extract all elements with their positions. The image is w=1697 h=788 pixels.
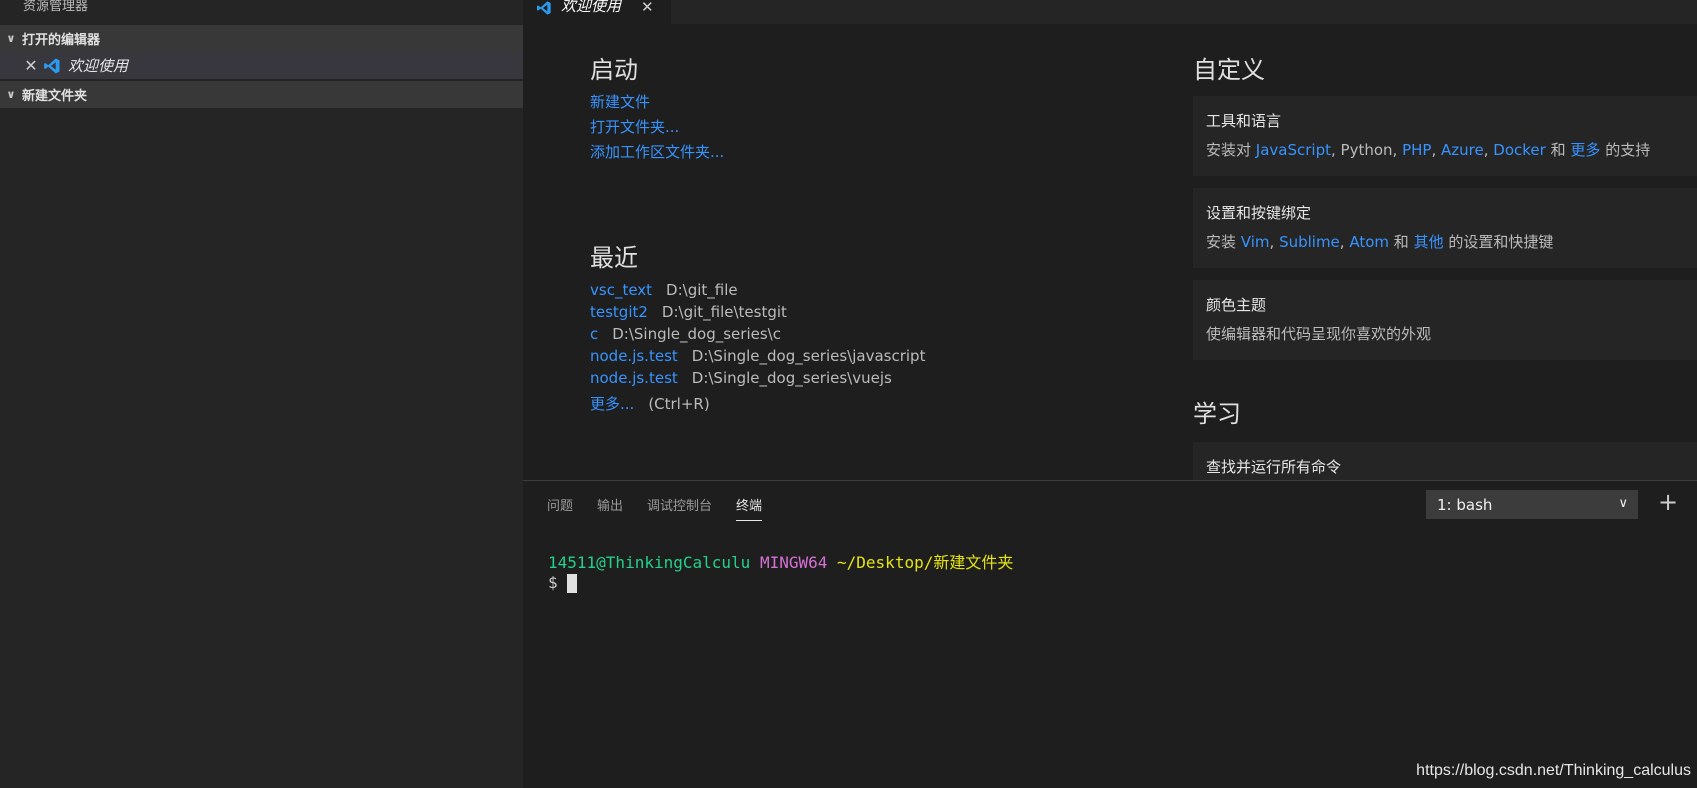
customize-heading: 自定义 [1193, 56, 1265, 84]
color-theme-card[interactable]: 颜色主题 使编辑器和代码呈现你喜欢的外观 [1193, 280, 1697, 360]
panel-tabs: 问题 输出 调试控制台 终端 [547, 495, 763, 521]
and-text: 和 [1393, 233, 1409, 251]
new-file-link[interactable]: 新建文件 [590, 91, 1150, 112]
open-folder-link[interactable]: 打开文件夹... [590, 116, 1150, 137]
more-tools-link[interactable]: 更多 [1570, 141, 1600, 159]
explorer-title: 资源管理器 [23, 0, 89, 14]
tools-prefix: 安装对 [1206, 141, 1252, 159]
recent-item-path: D:\Single_dog_series\vuejs [691, 369, 892, 387]
commands-card-title: 查找并运行所有命令 [1206, 458, 1342, 476]
tab-output[interactable]: 输出 [597, 495, 623, 521]
php-link[interactable]: PHP [1402, 141, 1431, 159]
add-workspace-folder-link[interactable]: 添加工作区文件夹... [590, 141, 1150, 162]
explorer-sidebar: 资源管理器 ∨ 打开的编辑器 ✕ 欢迎使用 ∨ 新建文件夹 [0, 0, 523, 788]
recent-more-row: 更多... (Ctrl+R) [590, 393, 925, 414]
tab-label: 欢迎使用 [561, 0, 622, 15]
recent-item: node.js.test D:\Single_dog_series\javascr… [590, 347, 925, 365]
folder-header[interactable]: ∨ 新建文件夹 [0, 81, 523, 108]
recent-item-path: D:\Single_dog_series\javascript [691, 347, 926, 365]
azure-link[interactable]: Azure [1441, 141, 1484, 159]
atom-link[interactable]: Atom [1349, 233, 1389, 251]
folder-label: 新建文件夹 [22, 89, 88, 104]
javascript-link[interactable]: JavaScript [1256, 141, 1331, 159]
tab-welcome[interactable]: 欢迎使用 ✕ [523, 0, 671, 24]
recent-heading: 最近 [590, 244, 638, 272]
recent-list: vsc_text D:\git_file testgit2 D:\git_file\… [590, 281, 925, 387]
welcome-left-column: 启动 新建文件 打开文件夹... 添加工作区文件夹... 最近 vsc_text… [590, 50, 1150, 413]
recent-item-link[interactable]: vsc_text [590, 281, 652, 299]
terminal-select-value: 1: bash [1437, 495, 1493, 514]
prompt-env: MINGW64 [759, 553, 828, 572]
recent-section: 最近 vsc_text D:\git_file testgit2 D:\git_fi… [590, 238, 925, 414]
keybindings-card[interactable]: 设置和按键绑定 安装 Vim, Sublime, Atom 和 其他 的设置和快… [1193, 188, 1697, 268]
open-editors-header[interactable]: ∨ 打开的编辑器 [0, 25, 523, 52]
terminal-select[interactable]: 1: bash ∨ [1426, 490, 1638, 519]
python-text: , Python, [1331, 141, 1398, 159]
prompt-user: 14511@ThinkingCalculu [548, 553, 751, 572]
open-editors-label: 打开的编辑器 [22, 33, 101, 48]
vscode-logo-icon [44, 58, 60, 73]
theme-card-title: 颜色主题 [1206, 296, 1267, 314]
close-icon[interactable]: ✕ [20, 56, 42, 75]
chevron-down-icon: ∨ [6, 88, 16, 101]
tools-card-title: 工具和语言 [1206, 112, 1282, 130]
watermark-text: https://blog.csdn.net/Thinking_calculus [1416, 762, 1691, 779]
recent-item-link[interactable]: c [590, 325, 598, 343]
tab-problems[interactable]: 问题 [547, 495, 573, 521]
theme-card-desc: 使编辑器和代码呈现你喜欢的外观 [1206, 325, 1432, 343]
prompt-path: ~/Desktop/新建文件夹 [837, 553, 1014, 572]
chevron-down-icon: ∨ [1618, 496, 1628, 511]
close-icon[interactable]: ✕ [641, 0, 654, 16]
recent-item-path: D:\git_file [666, 281, 738, 299]
terminal-input-line: $ [548, 573, 1013, 593]
tab-terminal[interactable]: 终端 [736, 495, 763, 521]
recent-item: node.js.test D:\Single_dog_series\vuejs [590, 369, 925, 387]
start-heading: 启动 [590, 56, 638, 84]
open-editor-label: 欢迎使用 [68, 57, 129, 75]
start-links: 新建文件 打开文件夹... 添加工作区文件夹... [590, 91, 1150, 162]
tools-suffix: 的支持 [1605, 141, 1651, 159]
prompt-symbol: $ [548, 573, 558, 592]
terminal-prompt-line: 14511@ThinkingCalculu MINGW64 ~/Desktop/… [548, 553, 1013, 573]
keys-prefix: 安装 [1206, 233, 1237, 251]
vim-link[interactable]: Vim [1241, 233, 1270, 251]
chevron-down-icon: ∨ [6, 32, 16, 45]
tab-bar: 欢迎使用 ✕ [523, 0, 1697, 24]
sublime-link[interactable]: Sublime [1279, 233, 1340, 251]
recent-item-link[interactable]: node.js.test [590, 347, 678, 365]
keys-card-desc: 安装 Vim, Sublime, Atom 和 其他 的设置和快捷键 [1206, 233, 1554, 251]
recent-more-link[interactable]: 更多... [590, 395, 634, 413]
keys-suffix: 的设置和快捷键 [1448, 233, 1554, 251]
tools-card-desc: 安装对 JavaScript, Python, PHP, Azure, Dock… [1206, 141, 1651, 159]
vscode-logo-icon [537, 1, 551, 15]
recent-item-path: D:\Single_dog_series\c [612, 325, 781, 343]
new-terminal-plus-icon[interactable]: + [1658, 488, 1678, 516]
recent-more-shortcut: (Ctrl+R) [648, 395, 710, 413]
learn-heading: 学习 [1193, 400, 1241, 428]
welcome-right-column: 自定义 工具和语言 安装对 JavaScript, Python, PHP, A… [1193, 50, 1697, 480]
tab-debug-console[interactable]: 调试控制台 [647, 495, 712, 521]
terminal-output[interactable]: 14511@ThinkingCalculu MINGW64 ~/Desktop/… [548, 553, 1013, 593]
editor-area: 欢迎使用 ✕ 启动 新建文件 打开文件夹... 添加工作区文件夹... 最近 v… [523, 0, 1697, 480]
recent-item: testgit2 D:\git_file\testgit [590, 303, 925, 321]
recent-item: vsc_text D:\git_file [590, 281, 925, 299]
recent-item: c D:\Single_dog_series\c [590, 325, 925, 343]
tools-languages-card[interactable]: 工具和语言 安装对 JavaScript, Python, PHP, Azure… [1193, 96, 1697, 176]
docker-link[interactable]: Docker [1493, 141, 1546, 159]
find-commands-card[interactable]: 查找并运行所有命令 [1193, 442, 1697, 480]
open-editor-item-welcome[interactable]: ✕ 欢迎使用 [0, 52, 523, 79]
keys-card-title: 设置和按键绑定 [1206, 204, 1312, 222]
terminal-cursor [567, 574, 578, 593]
recent-item-link[interactable]: node.js.test [590, 369, 678, 387]
other-keymaps-link[interactable]: 其他 [1414, 233, 1444, 251]
and-text: 和 [1550, 141, 1566, 159]
recent-item-path: D:\git_file\testgit [661, 303, 787, 321]
bottom-panel: 问题 输出 调试控制台 终端 1: bash ∨ + 14511@Thinkin… [523, 480, 1697, 788]
recent-item-link[interactable]: testgit2 [590, 303, 648, 321]
